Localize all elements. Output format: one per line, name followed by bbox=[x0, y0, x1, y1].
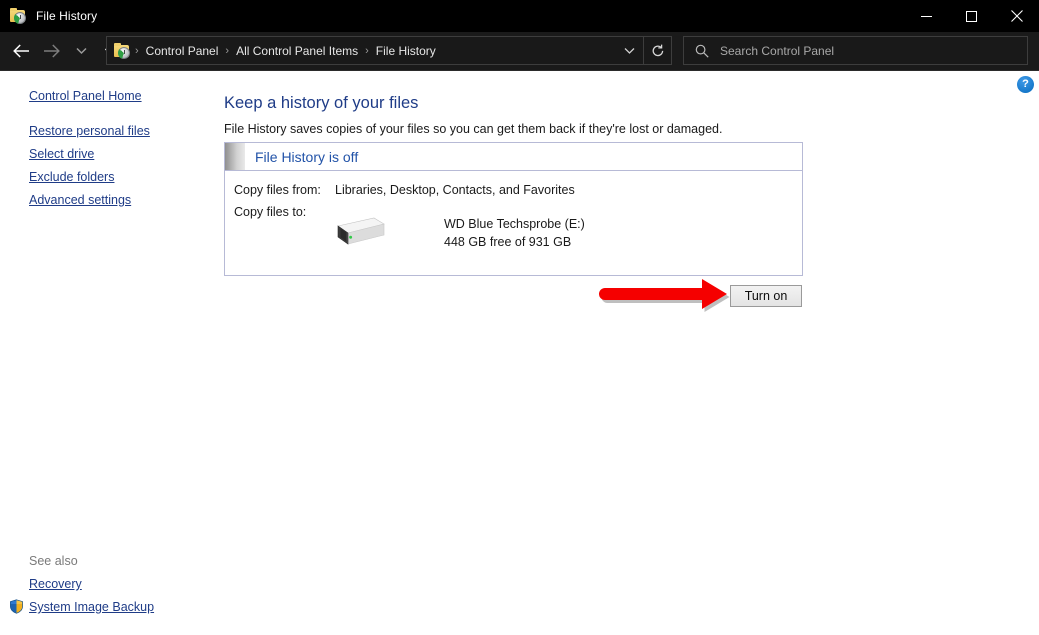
sidebar-item-restore-personal-files[interactable]: Restore personal files bbox=[29, 124, 150, 138]
maximize-button[interactable] bbox=[949, 0, 994, 32]
search-input[interactable]: Search Control Panel bbox=[720, 44, 834, 58]
breadcrumb-item-control-panel[interactable]: Control Panel bbox=[144, 44, 221, 58]
breadcrumb: › Control Panel › All Control Panel Item… bbox=[130, 37, 438, 64]
address-file-history-icon bbox=[114, 42, 130, 59]
main-content: Keep a history of your files File Histor… bbox=[222, 71, 1039, 635]
copy-files-to-label: Copy files to: bbox=[234, 205, 307, 219]
help-button[interactable]: ? bbox=[1017, 76, 1034, 93]
turn-on-button[interactable]: Turn on bbox=[730, 285, 802, 307]
file-history-window: File History › Control Panel › All Contr… bbox=[0, 0, 1039, 635]
address-bar[interactable]: › Control Panel › All Control Panel Item… bbox=[106, 36, 672, 65]
copy-files-from-label: Copy files from: bbox=[234, 183, 321, 197]
sidebar-item-control-panel-home[interactable]: Control Panel Home bbox=[29, 89, 142, 103]
page-title: Keep a history of your files bbox=[224, 94, 419, 112]
breadcrumb-separator-1: › bbox=[225, 44, 230, 57]
copy-files-from-value: Libraries, Desktop, Contacts, and Favori… bbox=[335, 183, 575, 197]
minimize-button[interactable] bbox=[904, 0, 949, 32]
breadcrumb-separator-0: › bbox=[135, 44, 139, 57]
see-also-label: See also bbox=[29, 554, 78, 568]
drive-name: WD Blue Techsprobe (E:) bbox=[444, 217, 585, 231]
page-description: File History saves copies of your files … bbox=[224, 122, 723, 136]
drive-free-space: 448 GB free of 931 GB bbox=[444, 235, 572, 249]
forward-button[interactable] bbox=[36, 32, 66, 70]
refresh-icon[interactable] bbox=[643, 37, 671, 64]
status-color-band bbox=[225, 143, 245, 170]
breadcrumb-item-file-history[interactable]: File History bbox=[374, 44, 438, 58]
breadcrumb-item-all-control-panel-items[interactable]: All Control Panel Items bbox=[234, 44, 360, 58]
file-history-status-panel: File History is off Copy files from: Lib… bbox=[224, 142, 803, 276]
search-icon bbox=[695, 44, 709, 58]
file-history-icon bbox=[10, 7, 27, 25]
sidebar-item-advanced-settings[interactable]: Advanced settings bbox=[29, 193, 131, 207]
sidebar-item-recovery[interactable]: Recovery bbox=[29, 577, 82, 591]
chevron-down-icon[interactable] bbox=[615, 37, 643, 64]
status-panel-header: File History is off bbox=[225, 143, 802, 171]
sidebar-item-exclude-folders[interactable]: Exclude folders bbox=[29, 170, 114, 184]
close-button[interactable] bbox=[994, 0, 1039, 32]
sidebar-item-select-drive[interactable]: Select drive bbox=[29, 147, 94, 161]
search-box[interactable]: Search Control Panel bbox=[683, 36, 1028, 65]
external-drive-icon bbox=[327, 213, 385, 249]
window-body: Control Panel Home Restore personal file… bbox=[0, 70, 1039, 635]
sidebar-item-system-image-backup[interactable]: System Image Backup bbox=[29, 600, 154, 614]
breadcrumb-separator-2: › bbox=[365, 44, 369, 57]
window-controls bbox=[904, 0, 1039, 32]
back-button[interactable] bbox=[6, 32, 36, 70]
window-title: File History bbox=[36, 9, 98, 23]
shield-icon bbox=[9, 599, 24, 614]
red-arrow-annotation bbox=[597, 275, 742, 317]
status-heading: File History is off bbox=[255, 148, 359, 165]
title-bar: File History bbox=[0, 0, 1039, 32]
sidebar: Control Panel Home Restore personal file… bbox=[0, 71, 222, 635]
recent-locations-button[interactable] bbox=[66, 32, 96, 70]
